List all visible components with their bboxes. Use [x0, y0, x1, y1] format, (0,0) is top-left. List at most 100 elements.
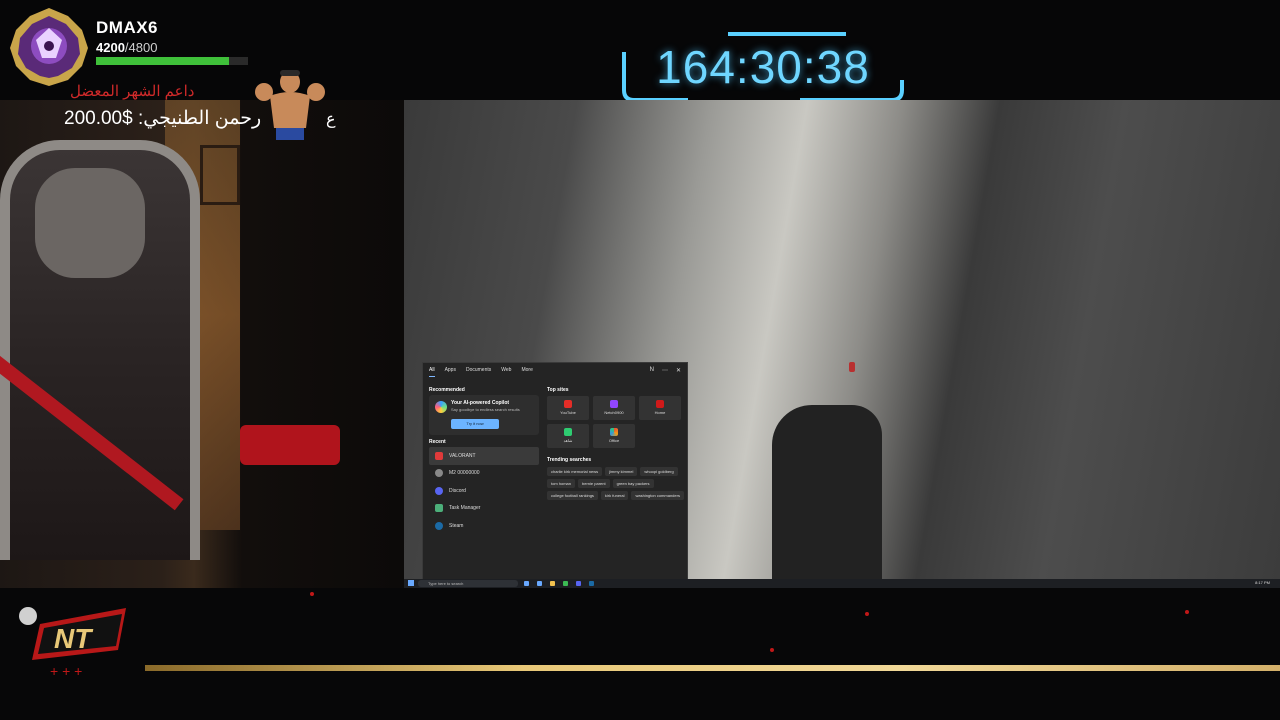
- recent-item-label: VALORANT: [449, 452, 476, 459]
- recent-list: VALORANT M2 00000000 Discord Task Manage…: [429, 447, 539, 535]
- recommended-heading: Recommended: [429, 387, 465, 393]
- copilot-card[interactable]: Your AI-powered Copilot Say goodbye to e…: [429, 395, 539, 435]
- copilot-title: Your AI-powered Copilot: [451, 400, 510, 406]
- tab-apps[interactable]: Apps: [445, 367, 456, 377]
- recent-item-label: M2 00000000: [449, 470, 480, 477]
- svg-text:NT: NT: [54, 623, 94, 654]
- ember-particle: [310, 592, 314, 596]
- xp-counter: 4200/4800: [96, 40, 157, 55]
- ember-particle: [1185, 610, 1189, 614]
- discord-icon: [435, 486, 443, 495]
- site-shahid[interactable]: شاهد: [547, 424, 589, 448]
- site-label: Home: [654, 410, 666, 415]
- recent-item-label: Discord: [449, 487, 466, 494]
- trending-chip[interactable]: charlie kirk memorial news: [547, 467, 603, 476]
- top-sites-heading: Top sites: [547, 387, 569, 393]
- trending-chip[interactable]: washington commanders: [631, 491, 684, 500]
- chair-armrest: [240, 425, 340, 465]
- trending-chip[interactable]: kirk funeral: [600, 491, 629, 500]
- ember-particle: [865, 612, 869, 616]
- search-tabs: All Apps Documents Web More: [429, 367, 533, 377]
- rank-badge-icon: [10, 8, 88, 86]
- tab-web[interactable]: Web: [501, 367, 511, 377]
- copilot-icon: [435, 401, 447, 413]
- taskbar-apps: [524, 581, 594, 586]
- nt-team-logo: NT + + +: [19, 607, 126, 679]
- donation-alert-amount: رحمن الطنيجي: $200.00: [64, 108, 262, 129]
- tab-all[interactable]: All: [429, 367, 435, 377]
- timer-value: 164:30:38: [656, 41, 870, 93]
- copilot-subtitle: Say goodbye to endless search results: [451, 407, 520, 412]
- trending-chip[interactable]: jimmy kimmel: [605, 467, 638, 476]
- xp-max: /4800: [124, 40, 158, 55]
- player-name: DMAX6: [96, 18, 159, 37]
- task-manager-icon: [435, 504, 443, 513]
- task-view-icon[interactable]: [524, 581, 529, 586]
- site-twitch[interactable]: Netch0900: [593, 396, 635, 420]
- gold-divider-bar: [145, 665, 1280, 671]
- explorer-icon[interactable]: [550, 581, 555, 586]
- trending-chip[interactable]: whoopi goldberg: [640, 467, 678, 476]
- discord-taskbar-icon[interactable]: [576, 581, 581, 586]
- site-label: Netch0900: [604, 410, 624, 415]
- tab-more[interactable]: More: [521, 367, 532, 377]
- recent-item-valorant[interactable]: VALORANT: [429, 447, 539, 465]
- youtube-icon: [564, 400, 572, 408]
- stream-bottom-overlay: NT + + +: [0, 588, 1280, 720]
- trending-chip[interactable]: college football rankings: [547, 491, 598, 500]
- window-frame: [200, 145, 240, 205]
- recent-item-label: Steam: [449, 522, 464, 529]
- trending-chip[interactable]: green bay packers: [612, 479, 654, 488]
- wallpaper-rock: [772, 405, 882, 585]
- webcam-feed: [0, 100, 404, 588]
- trending-chip[interactable]: tom homan: [547, 479, 576, 488]
- trending-chip[interactable]: bernie parent: [578, 479, 610, 488]
- valorant-icon: [435, 451, 443, 460]
- chair-headrest: [35, 168, 145, 278]
- xp-current: 4200: [96, 40, 125, 55]
- profile-initial[interactable]: N: [650, 367, 654, 374]
- windows-taskbar: Type here to search 8:17 PM: [404, 579, 1280, 588]
- steam-taskbar-icon[interactable]: [589, 581, 594, 586]
- chrome-icon[interactable]: [563, 581, 568, 586]
- home-icon: [656, 400, 664, 408]
- file-icon: [435, 469, 443, 478]
- tab-documents[interactable]: Documents: [466, 367, 491, 377]
- office-icon: [610, 428, 618, 436]
- copilot-try-button[interactable]: Try it now: [451, 419, 499, 429]
- top-sites-grid: YouTube Netch0900 Home شاهد Office: [547, 396, 685, 448]
- twitch-icon: [610, 400, 618, 408]
- recent-heading: Recent: [429, 439, 446, 445]
- taskbar-clock: 8:17 PM: [1255, 580, 1270, 585]
- site-office[interactable]: Office: [593, 424, 635, 448]
- trending-searches: Trending searches charlie kirk memorial …: [547, 457, 685, 500]
- trending-heading: Trending searches: [547, 457, 592, 463]
- wallpaper-climber: [849, 362, 855, 372]
- windows-start-icon[interactable]: [408, 580, 414, 586]
- xp-progress-fill: [96, 57, 229, 65]
- taskbar-search-input[interactable]: Type here to search: [418, 580, 518, 587]
- donation-alert-prefix: ع: [326, 111, 336, 128]
- edge-icon[interactable]: [537, 581, 542, 586]
- ember-particle: [770, 648, 774, 652]
- close-icon[interactable]: ✕: [676, 367, 681, 374]
- donation-alert-title: داعم الشهر المعضل: [70, 83, 195, 100]
- trending-chips: charlie kirk memorial news jimmy kimmel …: [547, 467, 685, 500]
- more-options-icon[interactable]: ⋯: [662, 367, 668, 374]
- site-youtube[interactable]: YouTube: [547, 396, 589, 420]
- recent-item-discord[interactable]: Discord: [429, 482, 539, 500]
- svg-text:+ + +: + + +: [50, 663, 82, 679]
- shahid-icon: [564, 428, 572, 436]
- panel-controls: N ⋯ ✕: [650, 367, 681, 374]
- steam-icon: [435, 521, 443, 530]
- site-home[interactable]: Home: [639, 396, 681, 420]
- recent-item-steam[interactable]: Steam: [429, 517, 539, 535]
- site-label: شاهد: [563, 438, 573, 443]
- muscle-man-icon: [255, 70, 325, 140]
- recent-item-m2[interactable]: M2 00000000: [429, 465, 539, 483]
- xp-progress-bar: [96, 57, 248, 65]
- recent-item-task-manager[interactable]: Task Manager: [429, 500, 539, 518]
- site-label: Office: [608, 438, 620, 443]
- windows-search-panel: All Apps Documents Web More N ⋯ ✕ Recomm…: [422, 362, 688, 580]
- desktop-capture: All Apps Documents Web More N ⋯ ✕ Recomm…: [404, 100, 1280, 588]
